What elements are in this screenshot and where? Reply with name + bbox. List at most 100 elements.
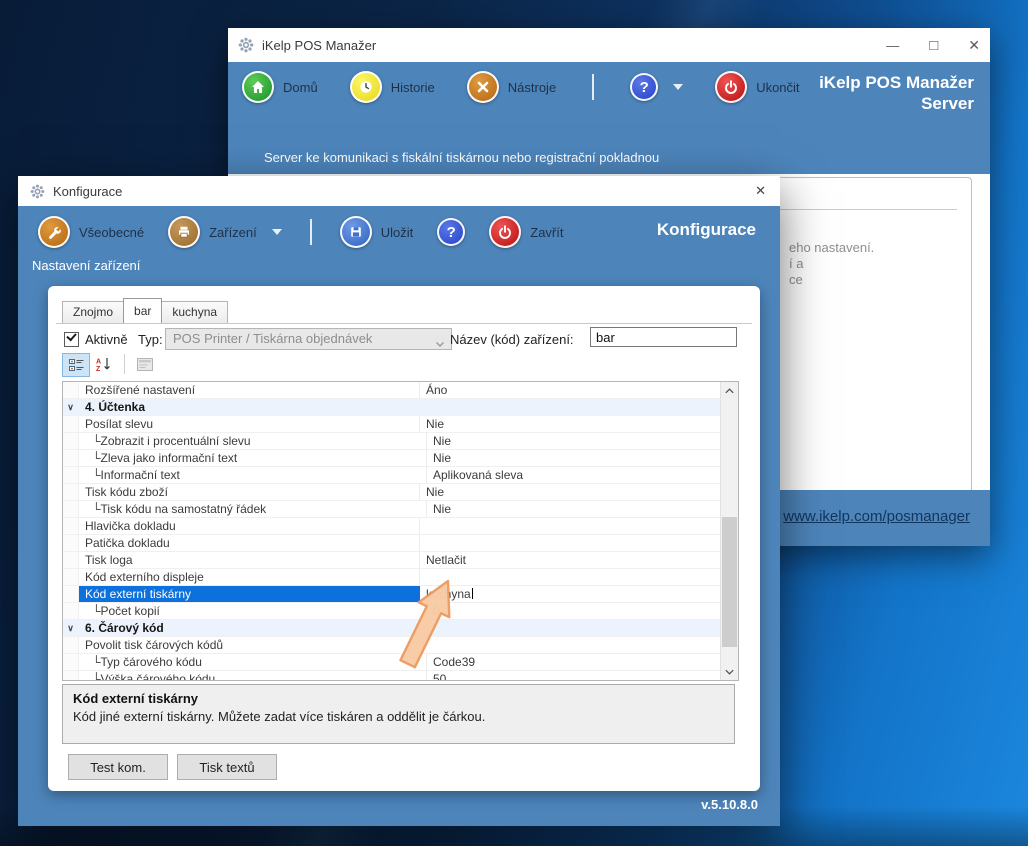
property-name: Kód externí tiskárny bbox=[79, 586, 420, 602]
property-value[interactable]: Code39 bbox=[427, 654, 721, 670]
property-value[interactable]: Netlačit bbox=[420, 552, 721, 568]
property-value[interactable]: Nie bbox=[427, 433, 721, 449]
help-button[interactable]: ? bbox=[437, 218, 465, 246]
help-button[interactable]: ? bbox=[630, 73, 683, 101]
print-texts-button[interactable]: Tisk textů bbox=[177, 754, 277, 780]
grid-property-row[interactable]: └Zleva jako informační textNie bbox=[63, 450, 721, 467]
grid-property-row[interactable]: Tisk kódu zbožíNie bbox=[63, 484, 721, 501]
property-value[interactable] bbox=[420, 637, 721, 653]
home-label: Domů bbox=[283, 80, 318, 95]
main-subtitle: Server ke komunikaci s fiskální tiskárno… bbox=[264, 150, 659, 165]
tab-bar[interactable]: bar bbox=[123, 298, 162, 323]
scrollbar-thumb[interactable] bbox=[722, 517, 737, 647]
tools-button[interactable]: Nástroje bbox=[467, 71, 556, 103]
website-link[interactable]: www.ikelp.com/posmanager bbox=[783, 508, 970, 525]
property-value[interactable]: 50 bbox=[427, 671, 721, 680]
grid-property-row[interactable]: Kód externího displeje bbox=[63, 569, 721, 586]
property-value[interactable] bbox=[420, 535, 721, 551]
grid-property-row[interactable]: Posílat slevuNie bbox=[63, 416, 721, 433]
property-name: └Zobrazit i procentuální slevu bbox=[79, 433, 427, 449]
scroll-down-icon[interactable] bbox=[721, 663, 738, 680]
grid-category-row[interactable]: ∨4. Účtenka bbox=[63, 399, 721, 416]
vertical-scrollbar[interactable] bbox=[720, 382, 738, 680]
chevron-down-icon bbox=[435, 334, 445, 350]
grid-property-row[interactable]: └Informační textAplikovaná sleva bbox=[63, 467, 721, 484]
alphabetical-sort-button[interactable]: AZ bbox=[90, 353, 116, 375]
config-window-title: Konfigurace bbox=[53, 184, 122, 199]
property-name: 6. Čárový kód bbox=[79, 620, 721, 636]
property-value[interactable]: kuchyna bbox=[420, 586, 721, 602]
help-dropdown-icon[interactable] bbox=[673, 84, 683, 90]
printer-icon bbox=[168, 216, 200, 248]
config-titlebar[interactable]: Konfigurace ✕ bbox=[18, 176, 780, 207]
property-value[interactable]: 0 bbox=[427, 603, 721, 619]
description-title: Kód externí tiskárny bbox=[73, 691, 724, 706]
config-toolbar: Všeobecné Zařízení Uložit bbox=[38, 216, 564, 248]
devices-dropdown-icon[interactable] bbox=[272, 229, 282, 235]
property-value[interactable]: Aplikovaná sleva bbox=[427, 467, 721, 483]
device-name-input[interactable] bbox=[590, 327, 737, 347]
grid-category-row[interactable]: ∨6. Čárový kód bbox=[63, 620, 721, 637]
grid-property-row[interactable]: Kód externí tiskárnykuchyna bbox=[63, 586, 721, 603]
main-window-titlebar[interactable]: iKelp POS Manažer — □ ✕ bbox=[228, 28, 990, 63]
grid-property-row[interactable]: └Typ čárového kóduCode39 bbox=[63, 654, 721, 671]
grid-property-row[interactable]: Patička dokladu bbox=[63, 535, 721, 552]
category-collapse-icon[interactable]: ∨ bbox=[63, 620, 79, 636]
device-type-select[interactable]: POS Printer / Tiskárna objednávek bbox=[165, 328, 452, 350]
clipped-text-line: ce bbox=[789, 272, 803, 287]
property-value[interactable]: Áno bbox=[420, 382, 721, 398]
app-gear-icon bbox=[238, 37, 254, 53]
row-gutter bbox=[63, 654, 79, 670]
grid-property-row[interactable]: Hlavička dokladu bbox=[63, 518, 721, 535]
close-icon[interactable]: ✕ bbox=[755, 183, 766, 199]
history-label: Historie bbox=[391, 80, 435, 95]
devices-button[interactable]: Zařízení bbox=[168, 216, 282, 248]
categorized-view-button[interactable] bbox=[62, 353, 90, 377]
maximize-icon[interactable]: □ bbox=[929, 37, 938, 54]
tab-znojmo[interactable]: Znojmo bbox=[62, 301, 124, 323]
general-label: Všeobecné bbox=[79, 225, 144, 240]
property-value[interactable] bbox=[420, 569, 721, 585]
property-value[interactable] bbox=[420, 518, 721, 534]
grid-property-row[interactable]: Rozšířené nastaveníÁno bbox=[63, 382, 721, 399]
power-icon bbox=[715, 71, 747, 103]
property-name: └Typ čárového kódu bbox=[79, 654, 427, 670]
grid-property-row[interactable]: └Zobrazit i procentuální slevuNie bbox=[63, 433, 721, 450]
row-gutter bbox=[63, 382, 79, 398]
property-value[interactable]: Nie bbox=[420, 484, 721, 500]
grid-toolbar-separator bbox=[124, 354, 125, 374]
close-config-button[interactable]: Zavřít bbox=[489, 216, 563, 248]
property-name: └Zleva jako informační text bbox=[79, 450, 427, 466]
scroll-up-icon[interactable] bbox=[721, 382, 738, 399]
save-button[interactable]: Uložit bbox=[340, 216, 414, 248]
row-gutter bbox=[63, 518, 79, 534]
property-value[interactable]: Nie bbox=[427, 450, 721, 466]
close-icon[interactable]: ✕ bbox=[968, 37, 980, 54]
svg-text:A: A bbox=[96, 358, 101, 365]
general-button[interactable]: Všeobecné bbox=[38, 216, 144, 248]
row-gutter bbox=[63, 501, 79, 517]
property-value[interactable]: Nie bbox=[420, 416, 721, 432]
text-caret bbox=[472, 588, 473, 599]
property-description-panel: Kód externí tiskárny Kód jiné externí ti… bbox=[62, 684, 735, 744]
grid-property-row[interactable]: └Výška čárového kódu50 bbox=[63, 671, 721, 680]
home-button[interactable]: Domů bbox=[242, 71, 318, 103]
device-tabs: Znojmo bar kuchyna bbox=[62, 299, 227, 323]
tab-kuchyna[interactable]: kuchyna bbox=[161, 301, 228, 323]
category-collapse-icon[interactable]: ∨ bbox=[63, 399, 79, 415]
test-communication-button[interactable]: Test kom. bbox=[68, 754, 168, 780]
tools-icon bbox=[467, 71, 499, 103]
description-text: Kód jiné externí tiskárny. Můžete zadat … bbox=[73, 709, 724, 724]
grid-property-row[interactable]: └Počet kopií0 bbox=[63, 603, 721, 620]
history-button[interactable]: Historie bbox=[350, 71, 435, 103]
help-icon: ? bbox=[437, 218, 465, 246]
active-checkbox[interactable] bbox=[64, 332, 79, 347]
property-value[interactable]: Nie bbox=[427, 501, 721, 517]
grid-property-row[interactable]: Tisk logaNetlačit bbox=[63, 552, 721, 569]
minimize-icon[interactable]: — bbox=[886, 38, 899, 53]
row-gutter bbox=[63, 416, 79, 432]
grid-property-row[interactable]: Povolit tisk čárových kódů bbox=[63, 637, 721, 654]
row-gutter bbox=[63, 671, 79, 680]
grid-property-row[interactable]: └Tisk kódu na samostatný řádekNie bbox=[63, 501, 721, 518]
quit-button[interactable]: Ukončit bbox=[715, 71, 799, 103]
